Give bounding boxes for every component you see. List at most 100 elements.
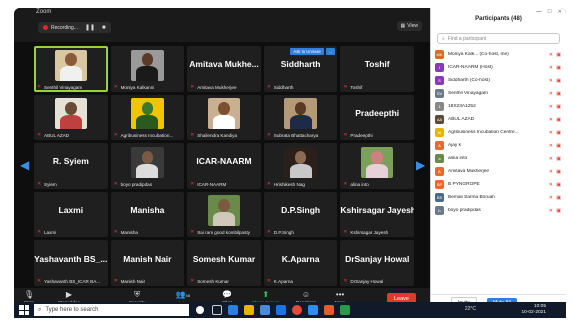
participant-display-name: Manish Nair: [123, 253, 172, 264]
file-explorer-icon[interactable]: [244, 305, 254, 315]
maximize-icon[interactable]: ☐: [547, 9, 551, 15]
app-icon[interactable]: [324, 305, 334, 315]
participant-video-tile[interactable]: Yashavanth BS_... ✕ Yashavanth BS_ICAR BA.…: [34, 240, 108, 286]
muted-status-icon: ✕ ▣: [548, 207, 562, 214]
participant-list-item[interactable]: A Amitava Mukherjee ✕ ▣: [431, 165, 566, 178]
participant-video-tile[interactable]: Toshif ✕ Toshif: [340, 46, 414, 92]
participant-video-tile[interactable]: ✕ alina into: [340, 143, 414, 189]
participant-video-tile[interactable]: ✕ Senthil Vinayagam: [34, 46, 108, 92]
view-button[interactable]: ▦ View: [396, 21, 422, 31]
participant-list-item[interactable]: AI Agribusiness Incubation Centre... ✕ ▣: [431, 126, 566, 139]
muted-status-icon: ✕ ▣: [548, 181, 562, 188]
weather-temperature[interactable]: 22°C: [465, 306, 476, 312]
participant-name-label: ✕ Subrata Bhattacharya: [267, 133, 336, 138]
participant-name-label: ✕ K.Aparna: [267, 279, 336, 284]
pause-icon[interactable]: ❚❚: [85, 24, 95, 31]
participant-video-tile[interactable]: R. Syiem ✕ Syiem: [34, 143, 108, 189]
mail-icon[interactable]: [276, 305, 286, 315]
search-icon: ⌕: [38, 306, 42, 313]
participant-list-item[interactable]: BS Bemali Sarma Boruah ✕ ▣: [431, 191, 566, 204]
participant-list-item[interactable]: I ICAR-NAARM (Host) ✕ ▣: [431, 61, 566, 74]
store-icon[interactable]: [260, 305, 270, 315]
chat-bubble-icon: 💬: [222, 290, 232, 299]
system-clock[interactable]: 10:05 10-02-2021: [521, 304, 546, 316]
participant-list-item[interactable]: 1 18X23A1252 ✕ ▣: [431, 100, 566, 113]
participant-video-tile[interactable]: ✕ ABUL AZAD: [34, 94, 108, 141]
participant-list-item[interactable]: a alina into ✕ ▣: [431, 152, 566, 165]
participant-video-image: [131, 49, 164, 81]
participant-name-label: ✕ Manish Nair: [114, 279, 183, 284]
participant-name-text: Hrishikesh Nag: [273, 181, 305, 187]
participant-list-item[interactable]: S Siddharth (Co-host) ✕ ▣: [431, 74, 566, 87]
minimize-icon[interactable]: —: [536, 9, 541, 15]
tile-more-button[interactable]: ...: [325, 48, 336, 55]
windows-start-icon[interactable]: [19, 305, 29, 315]
muted-mic-icon: ✕: [190, 84, 195, 90]
participant-list-item[interactable]: AA ABUL AZAD ✕ ▣: [431, 113, 566, 126]
participant-list-item[interactable]: b boyo pradipdas ✕ ▣: [431, 204, 566, 217]
more-dots-icon: •••: [335, 290, 345, 299]
participant-video-image: [207, 195, 241, 227]
participant-name-text: Pradeepthi: [350, 133, 373, 139]
microphone-icon: 🎙: [24, 290, 35, 299]
participant-video-tile[interactable]: K.Aparna ✕ K.Aparna: [263, 240, 338, 286]
task-view-icon[interactable]: [212, 305, 222, 315]
shield-icon: ⛨: [134, 290, 141, 299]
participant-video-tile[interactable]: Pradeepthi ✕ Pradeepthi: [340, 94, 414, 141]
participant-display-name: Manisha: [130, 205, 165, 216]
edge-browser-icon[interactable]: [228, 305, 238, 315]
participant-name-text: boyo pradipdas: [120, 181, 153, 187]
participant-video-tile[interactable]: ✕ Sai ram good kombilposty: [187, 191, 261, 238]
participant-video-tile[interactable]: Kshirsagar Jayesh ✕ Kshirsagar Jayesh: [340, 191, 414, 238]
participant-list-item[interactable]: MK Moniya Kalk... (Co-host, me) ✕ ▣: [431, 48, 566, 61]
participant-video-image: [131, 98, 164, 130]
participant-name: Bemali Sarma Boruah: [448, 195, 495, 200]
participant-list-item[interactable]: A Ajay k ✕ ▣: [431, 139, 566, 152]
taskbar-search-input[interactable]: ⌕ Type here to search: [34, 304, 189, 316]
participant-list-item[interactable]: BP B PYNGROPE ✕ ▣: [431, 178, 566, 191]
recording-indicator[interactable]: Recording... ❚❚ ■: [38, 22, 111, 33]
participant-video-tile[interactable]: Manish Nair ✕ Manish Nair: [110, 240, 185, 286]
app-icon[interactable]: [340, 305, 350, 315]
participant-video-tile[interactable]: Manisha ✕ Manisha: [110, 191, 185, 238]
participant-list-item[interactable]: SV Senthil Vinayagam ✕ ▣: [431, 87, 566, 100]
zoom-app-icon[interactable]: [308, 305, 318, 315]
participant-video-tile[interactable]: Amitava Mukhe... ✕ Amitava Mukherjee: [187, 46, 261, 92]
participant-video-tile[interactable]: ✕ Hrishikesh Nag: [263, 143, 338, 189]
participant-video-tile[interactable]: Laxmi ✕ Laxmi: [34, 191, 108, 238]
participant-name: Senthil Vinayagam: [448, 91, 488, 96]
avatar: MK: [435, 50, 444, 59]
participant-video-tile[interactable]: ✕ Agribusiness Incubation...: [110, 94, 185, 141]
stop-icon[interactable]: ■: [102, 25, 106, 31]
participant-video-tile[interactable]: ✕ Moniya Kalkanni: [110, 46, 185, 92]
participant-video-tile[interactable]: D.P.Singh ✕ D.P.Singh: [263, 191, 338, 238]
window-title: Zoom: [36, 9, 52, 15]
next-page-arrow-icon[interactable]: ▶: [416, 158, 425, 172]
previous-page-arrow-icon[interactable]: ◀: [20, 158, 29, 172]
participant-video-tile[interactable]: Siddharth ✕ Siddharth Ask to Unmute...: [263, 46, 338, 92]
participant-name-text: Agribusiness Incubation...: [120, 133, 174, 139]
participant-display-name: K.Aparna: [281, 253, 320, 264]
close-icon[interactable]: ✕: [558, 9, 562, 15]
muted-status-icon: ✕ ▣: [548, 142, 562, 149]
participant-name-label: ✕ Kshirsagar Jayesh: [343, 230, 412, 235]
participant-video-tile[interactable]: ICAR-NAARM ✕ ICAR-NAARM: [187, 143, 261, 189]
participant-video-image: [131, 146, 164, 178]
participant-display-name: Siddharth: [280, 59, 321, 70]
ask-to-unmute-button[interactable]: Ask to Unmute: [290, 48, 324, 55]
video-camera-icon: ▶: [65, 290, 73, 299]
muted-mic-icon: ✕: [190, 278, 195, 284]
participant-video-tile[interactable]: DrSanjay Howal ✕ DrSanjay Howal: [340, 240, 414, 286]
muted-mic-icon: ✕: [37, 278, 42, 284]
muted-mic-icon: ✕: [343, 278, 348, 284]
chrome-icon[interactable]: [292, 305, 302, 315]
cortana-icon[interactable]: [196, 306, 204, 314]
participant-name: ABUL AZAD: [448, 117, 475, 122]
participant-search-input[interactable]: ⌕ Find a participant: [437, 33, 560, 44]
muted-mic-icon: ✕: [343, 230, 348, 236]
participant-video-tile[interactable]: Somesh Kumar ✕ Somesh Kumar: [187, 240, 261, 286]
participant-video-tile[interactable]: ✕ Subrata Bhattacharya: [263, 94, 338, 141]
participant-display-name: Pradeepthi: [355, 107, 400, 118]
participant-video-tile[interactable]: ✕ boyo pradipdas: [110, 143, 185, 189]
participant-video-tile[interactable]: ✕ Shailendra Kandiya: [187, 94, 261, 141]
